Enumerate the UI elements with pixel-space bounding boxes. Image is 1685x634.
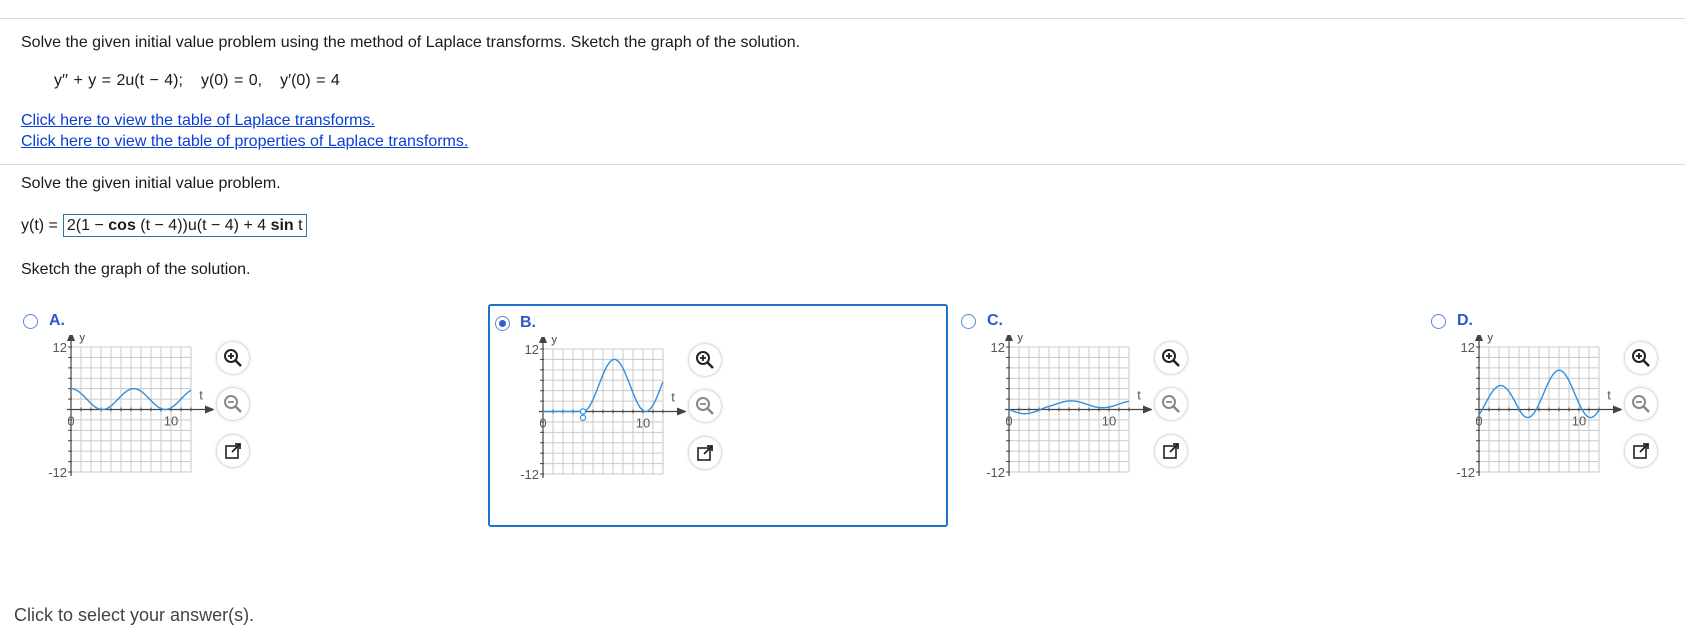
- zoom-in-button[interactable]: [1155, 342, 1187, 374]
- x-tick-label: 10: [636, 416, 650, 431]
- zoom-in-icon: [224, 349, 242, 367]
- option-c-graph: y t 12 -12 0 10: [986, 335, 1152, 480]
- part1-prompt: Solve the given initial value problem.: [21, 175, 281, 192]
- option-c[interactable]: C. y t 12 -12 0 10: [958, 305, 1418, 525]
- x-axis-arrow: [205, 405, 214, 414]
- zoom-in-button[interactable]: [1625, 342, 1657, 374]
- popout-icon: [1633, 443, 1649, 459]
- popout-icon: [225, 443, 241, 459]
- option-b-label[interactable]: B.: [520, 314, 536, 332]
- y-axis-arrow: [67, 335, 75, 341]
- option-a-label[interactable]: A.: [49, 312, 65, 330]
- zoom-out-button[interactable]: [1625, 388, 1657, 420]
- section-divider: [0, 164, 1685, 165]
- y-axis-arrow: [1005, 335, 1013, 341]
- y-max-label: 12: [1461, 340, 1475, 355]
- zoom-in-button[interactable]: [217, 342, 249, 374]
- zoom-in-button[interactable]: [689, 344, 721, 376]
- zoom-in-icon: [1632, 349, 1650, 367]
- popout-button[interactable]: [1155, 435, 1187, 467]
- option-c-label[interactable]: C.: [987, 312, 1003, 330]
- x-axis-label: t: [1137, 388, 1141, 403]
- y-max-label: 12: [525, 342, 539, 357]
- y-axis-label: y: [1487, 335, 1494, 344]
- x-axis-arrow: [1613, 405, 1622, 414]
- answer-field[interactable]: 2(1 − cos (t − 4))u(t − 4) + 4 sin t: [62, 214, 307, 237]
- open-point: [579, 414, 587, 421]
- answer-sin: sin: [270, 217, 294, 234]
- option-a-graph: y t 12 -12 0 10: [48, 335, 214, 480]
- y-axis-label: y: [79, 335, 86, 344]
- x-zero-label: 0: [1475, 414, 1482, 429]
- x-axis-label: t: [1607, 388, 1611, 403]
- y-min-label: -12: [520, 467, 539, 482]
- option-a[interactable]: A. y t 12 -12 0 10: [14, 305, 474, 525]
- equation-ic2: y′(0) = 4: [280, 72, 340, 89]
- x-zero-label: 0: [1005, 414, 1012, 429]
- x-tick-label: 10: [1572, 414, 1586, 429]
- zoom-out-button[interactable]: [1155, 388, 1187, 420]
- popout-button[interactable]: [689, 437, 721, 469]
- x-axis-label: t: [671, 390, 675, 405]
- zoom-out-icon: [224, 395, 242, 413]
- zoom-out-icon: [696, 397, 714, 415]
- part2-prompt: Sketch the graph of the solution.: [21, 261, 251, 278]
- option-d-radio[interactable]: [1431, 314, 1446, 329]
- x-zero-label: 0: [67, 414, 74, 429]
- x-axis-label: t: [199, 388, 203, 403]
- option-c-radio[interactable]: [961, 314, 976, 329]
- answer-lhs: y(t) =: [21, 216, 58, 234]
- x-axis-arrow: [1143, 405, 1152, 414]
- zoom-out-icon: [1162, 395, 1180, 413]
- y-max-label: 12: [53, 340, 67, 355]
- x-zero-label: 0: [539, 416, 546, 431]
- answer-part: t: [298, 217, 303, 234]
- option-b-radio[interactable]: [495, 316, 510, 331]
- y-max-label: 12: [991, 340, 1005, 355]
- problem-equation: y′′ + y = 2u(t − 4); y(0) = 0, y′(0) = 4: [54, 72, 340, 90]
- answer-line: y(t) = 2(1 − cos (t − 4))u(t − 4) + 4 si…: [21, 214, 307, 237]
- option-b[interactable]: B. y t 12 -12 0 10: [488, 304, 948, 527]
- zoom-out-button[interactable]: [217, 388, 249, 420]
- popout-button[interactable]: [217, 435, 249, 467]
- problem-instruction: Solve the given initial value problem us…: [21, 34, 801, 51]
- popout-button[interactable]: [1625, 435, 1657, 467]
- x-tick-label: 10: [164, 414, 178, 429]
- footer-hint: Click to select your answer(s).: [14, 605, 255, 625]
- option-d-label[interactable]: D.: [1457, 312, 1473, 330]
- option-d-graph: y t 12 -12 0 10: [1456, 335, 1622, 480]
- answer-cos: cos: [108, 217, 136, 234]
- x-axis-arrow: [677, 407, 686, 416]
- answer-part: 2(1 −: [66, 217, 104, 234]
- answer-part: (t − 4))u(t − 4) + 4: [140, 217, 267, 234]
- option-a-radio[interactable]: [23, 314, 38, 329]
- zoom-in-icon: [1162, 349, 1180, 367]
- link-laplace-properties[interactable]: Click here to view the table of properti…: [21, 133, 468, 151]
- equation-ic1: y(0) = 0,: [200, 72, 263, 89]
- y-axis-arrow: [539, 337, 547, 343]
- open-point: [579, 408, 587, 415]
- option-b-graph: y t 12 -12 0 10: [520, 337, 686, 482]
- y-min-label: -12: [986, 465, 1005, 480]
- zoom-out-icon: [1632, 395, 1650, 413]
- popout-icon: [1163, 443, 1179, 459]
- x-tick-label: 10: [1102, 414, 1116, 429]
- y-axis-label: y: [551, 337, 558, 346]
- y-axis-label: y: [1017, 335, 1024, 344]
- y-axis-arrow: [1475, 335, 1483, 341]
- zoom-out-button[interactable]: [689, 390, 721, 422]
- equation-de: y′′ + y = 2u(t − 4);: [54, 72, 183, 89]
- y-min-label: -12: [48, 465, 67, 480]
- y-min-label: -12: [1456, 465, 1475, 480]
- option-d[interactable]: D. y t 12 -12 0 10: [1428, 305, 1678, 525]
- popout-icon: [697, 445, 713, 461]
- zoom-in-icon: [696, 351, 714, 369]
- top-divider: [0, 18, 1685, 19]
- link-laplace-table[interactable]: Click here to view the table of Laplace …: [21, 112, 375, 130]
